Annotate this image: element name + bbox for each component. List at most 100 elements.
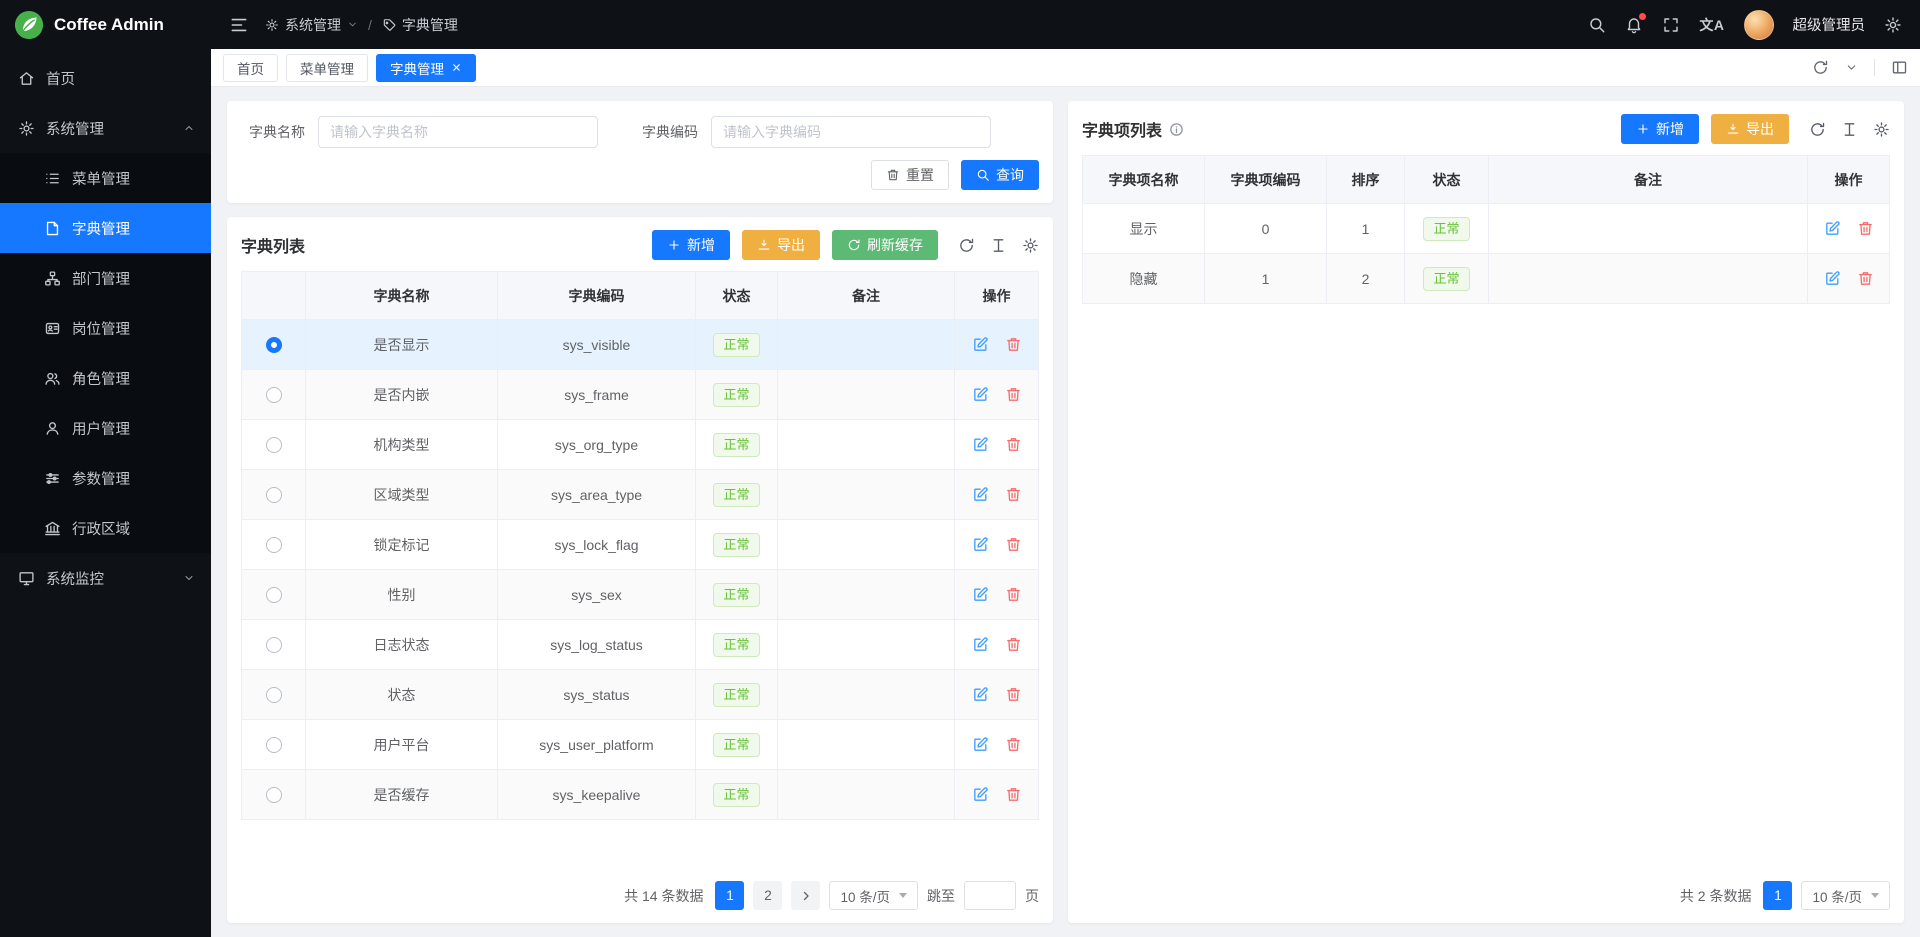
- table-row[interactable]: 是否内嵌 sys_frame 正常: [242, 370, 1039, 420]
- edit-icon[interactable]: [972, 436, 989, 453]
- sidebar-item-param-mgmt[interactable]: 参数管理: [0, 453, 211, 503]
- column-settings-icon[interactable]: [990, 237, 1007, 254]
- tab-menu-mgmt[interactable]: 菜单管理: [286, 54, 368, 82]
- row-radio[interactable]: [266, 487, 282, 503]
- reset-button[interactable]: 重置: [871, 160, 949, 190]
- edit-icon[interactable]: [972, 736, 989, 753]
- row-radio[interactable]: [266, 787, 282, 803]
- edit-icon[interactable]: [972, 486, 989, 503]
- table-row[interactable]: 日志状态 sys_log_status 正常: [242, 620, 1039, 670]
- edit-icon[interactable]: [972, 386, 989, 403]
- sidebar-item-dict-mgmt[interactable]: 字典管理: [0, 203, 211, 253]
- refresh-icon[interactable]: [958, 237, 975, 254]
- cell-item-code: 1: [1205, 254, 1327, 304]
- jump-page-input[interactable]: [964, 881, 1016, 910]
- delete-icon[interactable]: [1005, 336, 1022, 353]
- breadcrumb-item-system[interactable]: 系统管理: [265, 15, 358, 35]
- page-button-1[interactable]: 1: [715, 881, 744, 910]
- settings-gear-icon[interactable]: [1884, 16, 1902, 34]
- delete-icon[interactable]: [1005, 736, 1022, 753]
- delete-icon[interactable]: [1005, 586, 1022, 603]
- app-logo[interactable]: Coffee Admin: [0, 0, 211, 49]
- tab-dict-mgmt[interactable]: 字典管理: [376, 54, 476, 82]
- close-icon[interactable]: [451, 62, 462, 73]
- add-button[interactable]: 新增: [1621, 114, 1699, 144]
- search-icon[interactable]: [1588, 16, 1606, 34]
- delete-icon[interactable]: [1857, 220, 1874, 237]
- sidebar-item-dept-mgmt[interactable]: 部门管理: [0, 253, 211, 303]
- table-row[interactable]: 状态 sys_status 正常: [242, 670, 1039, 720]
- edit-icon[interactable]: [972, 786, 989, 803]
- breadcrumb-label: 字典管理: [402, 15, 458, 35]
- collapse-sidebar-icon[interactable]: [229, 15, 249, 35]
- layout-icon[interactable]: [1891, 59, 1908, 76]
- table-row[interactable]: 机构类型 sys_org_type 正常: [242, 420, 1039, 470]
- table-row[interactable]: 锁定标记 sys_lock_flag 正常: [242, 520, 1039, 570]
- row-radio[interactable]: [266, 637, 282, 653]
- delete-icon[interactable]: [1005, 636, 1022, 653]
- gear-icon[interactable]: [1873, 121, 1890, 138]
- table-row[interactable]: 是否显示 sys_visible 正常: [242, 320, 1039, 370]
- notification-button[interactable]: [1625, 16, 1643, 34]
- sidebar-item-role-mgmt[interactable]: 角色管理: [0, 353, 211, 403]
- sidebar-group-monitor[interactable]: 系统监控: [0, 553, 211, 603]
- edit-icon[interactable]: [972, 336, 989, 353]
- delete-icon[interactable]: [1005, 536, 1022, 553]
- table-row[interactable]: 区域类型 sys_area_type 正常: [242, 470, 1039, 520]
- edit-icon[interactable]: [972, 536, 989, 553]
- edit-icon[interactable]: [972, 586, 989, 603]
- row-radio[interactable]: [266, 387, 282, 403]
- gear-icon[interactable]: [1022, 237, 1039, 254]
- sidebar-item-menu-mgmt[interactable]: 菜单管理: [0, 153, 211, 203]
- page-button-1[interactable]: 1: [1763, 881, 1792, 910]
- page-size-select[interactable]: 10 条/页: [1801, 881, 1890, 910]
- page-button-2[interactable]: 2: [753, 881, 782, 910]
- query-button[interactable]: 查询: [961, 160, 1039, 190]
- tab-home[interactable]: 首页: [223, 54, 278, 82]
- dict-code-input[interactable]: [711, 116, 991, 148]
- column-settings-icon[interactable]: [1841, 121, 1858, 138]
- delete-icon[interactable]: [1857, 270, 1874, 287]
- edit-icon[interactable]: [972, 636, 989, 653]
- delete-icon[interactable]: [1005, 386, 1022, 403]
- fullscreen-icon[interactable]: [1662, 16, 1680, 34]
- sidebar-item-region-mgmt[interactable]: 行政区域: [0, 503, 211, 553]
- translate-icon[interactable]: 文A: [1699, 15, 1724, 35]
- refresh-icon[interactable]: [1812, 59, 1829, 76]
- sidebar-group-system[interactable]: 系统管理: [0, 103, 211, 153]
- sidebar-item-user-mgmt[interactable]: 用户管理: [0, 403, 211, 453]
- row-radio[interactable]: [266, 737, 282, 753]
- export-button[interactable]: 导出: [1711, 114, 1789, 144]
- edit-icon[interactable]: [1824, 270, 1841, 287]
- user-name[interactable]: 超级管理员: [1793, 14, 1866, 35]
- delete-icon[interactable]: [1005, 486, 1022, 503]
- table-row[interactable]: 显示 0 1 正常: [1083, 204, 1890, 254]
- table-row[interactable]: 性别 sys_sex 正常: [242, 570, 1039, 620]
- row-radio[interactable]: [266, 337, 282, 353]
- row-radio[interactable]: [266, 437, 282, 453]
- sidebar-item-home[interactable]: 首页: [0, 53, 211, 103]
- row-radio[interactable]: [266, 687, 282, 703]
- edit-icon[interactable]: [972, 686, 989, 703]
- delete-icon[interactable]: [1005, 786, 1022, 803]
- row-radio[interactable]: [266, 587, 282, 603]
- page-size-select[interactable]: 10 条/页: [829, 881, 918, 910]
- table-row[interactable]: 隐藏 1 2 正常: [1083, 254, 1890, 304]
- next-page-button[interactable]: [791, 881, 820, 910]
- edit-icon[interactable]: [1824, 220, 1841, 237]
- table-row[interactable]: 是否缓存 sys_keepalive 正常: [242, 770, 1039, 820]
- export-button[interactable]: 导出: [742, 230, 820, 260]
- refresh-cache-button[interactable]: 刷新缓存: [832, 230, 938, 260]
- refresh-icon[interactable]: [1809, 121, 1826, 138]
- avatar[interactable]: [1744, 10, 1774, 40]
- delete-icon[interactable]: [1005, 436, 1022, 453]
- row-radio[interactable]: [266, 537, 282, 553]
- breadcrumb-item-dict[interactable]: 字典管理: [382, 15, 458, 35]
- info-icon[interactable]: [1169, 122, 1184, 137]
- table-row[interactable]: 用户平台 sys_user_platform 正常: [242, 720, 1039, 770]
- add-button[interactable]: 新增: [652, 230, 730, 260]
- chevron-down-icon[interactable]: [1845, 61, 1858, 74]
- sidebar-item-post-mgmt[interactable]: 岗位管理: [0, 303, 211, 353]
- delete-icon[interactable]: [1005, 686, 1022, 703]
- dict-name-input[interactable]: [318, 116, 598, 148]
